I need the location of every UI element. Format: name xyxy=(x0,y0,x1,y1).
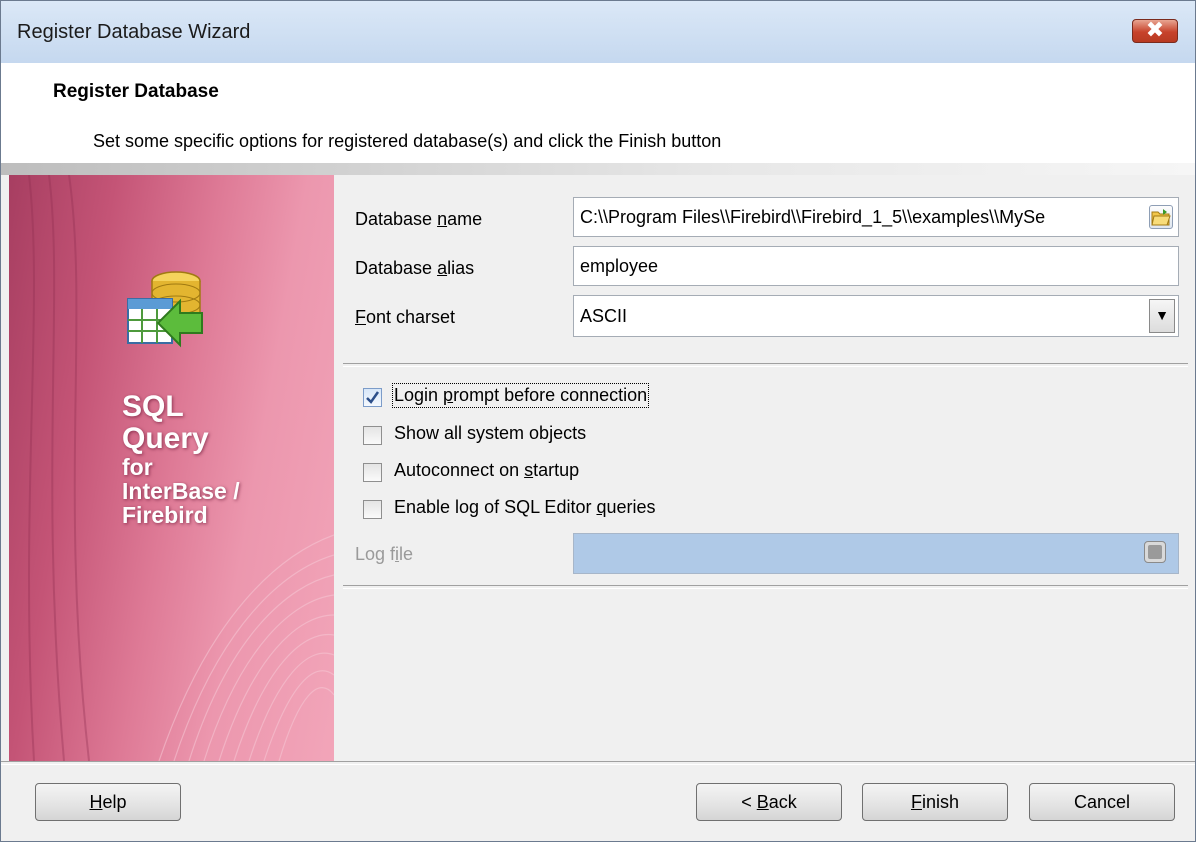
browse-icon xyxy=(1148,545,1162,559)
wizard-window: Register Database Wizard ✖ Register Data… xyxy=(0,0,1196,842)
open-folder-icon xyxy=(1151,209,1171,226)
chevron-down-icon: ▼ xyxy=(1155,307,1169,323)
database-alias-input[interactable]: employee xyxy=(573,246,1179,286)
cancel-button[interactable]: Cancel xyxy=(1029,783,1175,821)
font-charset-select[interactable]: ASCII xyxy=(573,295,1179,337)
login-prompt-label[interactable]: Login prompt before connection xyxy=(391,383,650,408)
banner-line-sql: SQL xyxy=(122,390,184,423)
banner-line-firebird: Firebird xyxy=(122,502,208,528)
log-file-input[interactable] xyxy=(573,533,1179,574)
banner-product-name: SQL Query for InterBase / Firebird xyxy=(122,390,240,528)
button-bar-separator xyxy=(1,761,1195,765)
database-name-input[interactable]: C:\\Program Files\\Firebird\\Firebird_1_… xyxy=(573,197,1179,237)
title-bar: Register Database Wizard ✖ xyxy=(1,1,1195,64)
show-system-objects-checkbox[interactable] xyxy=(363,426,382,445)
checkmark-icon xyxy=(366,391,380,404)
font-charset-dropdown-button[interactable]: ▼ xyxy=(1149,299,1175,333)
database-alias-label: Database alias xyxy=(355,258,475,278)
section-separator xyxy=(343,363,1188,367)
log-file-label: Log file xyxy=(355,544,414,564)
browse-file-button[interactable] xyxy=(1149,205,1173,229)
show-system-objects-label[interactable]: Show all system objects xyxy=(394,423,586,444)
autoconnect-checkbox[interactable] xyxy=(363,463,382,482)
wizard-header: Register Database Set some specific opti… xyxy=(1,63,1195,163)
database-name-label: Database name xyxy=(355,209,483,229)
banner-line-for: for xyxy=(122,454,153,480)
banner-line-interbase: InterBase / xyxy=(122,478,240,504)
section-separator-bottom xyxy=(343,585,1188,589)
header-separator xyxy=(1,163,1195,175)
autoconnect-label[interactable]: Autoconnect on startup xyxy=(394,460,579,481)
close-button[interactable]: ✖ xyxy=(1132,18,1178,43)
database-icon xyxy=(127,271,203,348)
banner-line-query: Query xyxy=(122,422,209,455)
enable-log-checkbox[interactable] xyxy=(363,500,382,519)
log-file-browse-button[interactable] xyxy=(1144,541,1166,563)
close-icon: ✖ xyxy=(1145,18,1165,43)
back-button[interactable]: < Back xyxy=(696,783,842,821)
font-charset-label: Font charset xyxy=(355,307,456,327)
window-title: Register Database Wizard xyxy=(17,21,251,43)
page-title: Register Database xyxy=(53,81,219,102)
login-prompt-checkbox[interactable] xyxy=(363,388,382,407)
enable-log-label[interactable]: Enable log of SQL Editor queries xyxy=(394,497,656,518)
help-button[interactable]: Help xyxy=(35,783,181,821)
product-banner: SQL Query for InterBase / Firebird xyxy=(9,175,334,761)
finish-button[interactable]: Finish xyxy=(862,783,1008,821)
page-description: Set some specific options for registered… xyxy=(93,131,722,151)
